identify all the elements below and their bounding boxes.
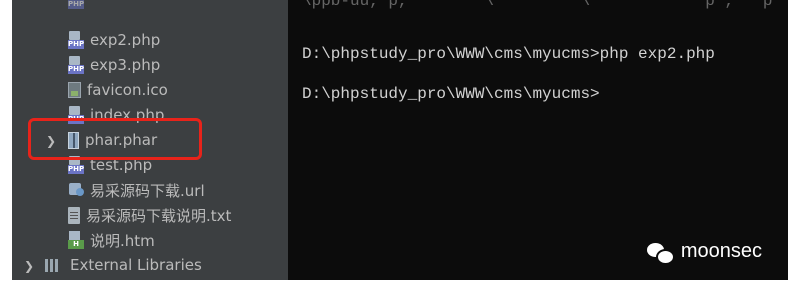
file-name: exp2.php	[90, 31, 161, 49]
php-file-icon	[68, 0, 84, 9]
file-name: 说明.htm	[90, 231, 155, 250]
php-file-icon	[68, 56, 84, 74]
terminal-line: D:\phpstudy_pro\WWW\cms\myucms>	[302, 85, 600, 103]
terminal-line-partial: \ppb-uu, p, \ \ p , p p	[302, 0, 788, 10]
file-name: favicon.ico	[87, 81, 168, 99]
file-name: 易采源码下载.url	[90, 181, 205, 200]
chevron-right-icon[interactable]: ❯	[24, 259, 34, 273]
url-file-icon	[68, 181, 84, 199]
watermark: moonsec	[646, 240, 762, 265]
file-row-exp2[interactable]: exp2.php	[68, 28, 160, 52]
file-name: exp3.php	[90, 56, 161, 74]
file-row-exp3[interactable]: exp3.php	[68, 53, 160, 77]
external-libraries-label: External Libraries	[70, 256, 202, 274]
project-tree-panel: exp2.php exp3.php favicon.ico index.php …	[12, 0, 288, 280]
external-libraries-item[interactable]: External Libraries	[44, 253, 202, 277]
file-row-url[interactable]: 易采源码下载.url	[68, 178, 205, 202]
file-name: 易采源码下载说明.txt	[86, 206, 232, 225]
screenshot-frame: exp2.php exp3.php favicon.ico index.php …	[12, 0, 788, 280]
text-file-icon	[68, 206, 80, 224]
file-row-favicon[interactable]: favicon.ico	[68, 78, 168, 102]
terminal-line: D:\phpstudy_pro\WWW\cms\myucms>php exp2.…	[302, 45, 715, 63]
html-file-icon	[68, 231, 84, 249]
highlight-box	[28, 118, 202, 160]
file-row-partial[interactable]	[68, 0, 90, 12]
file-row-txt[interactable]: 易采源码下载说明.txt	[68, 203, 231, 227]
terminal-panel[interactable]: \ppb-uu, p, \ \ p , p p D:\phpstudy_pro\…	[288, 0, 788, 280]
ico-file-icon	[68, 82, 81, 98]
file-row-htm[interactable]: 说明.htm	[68, 228, 155, 252]
library-icon	[44, 257, 64, 273]
wechat-icon	[646, 241, 675, 265]
watermark-text: moonsec	[680, 240, 762, 262]
php-file-icon	[68, 31, 84, 49]
